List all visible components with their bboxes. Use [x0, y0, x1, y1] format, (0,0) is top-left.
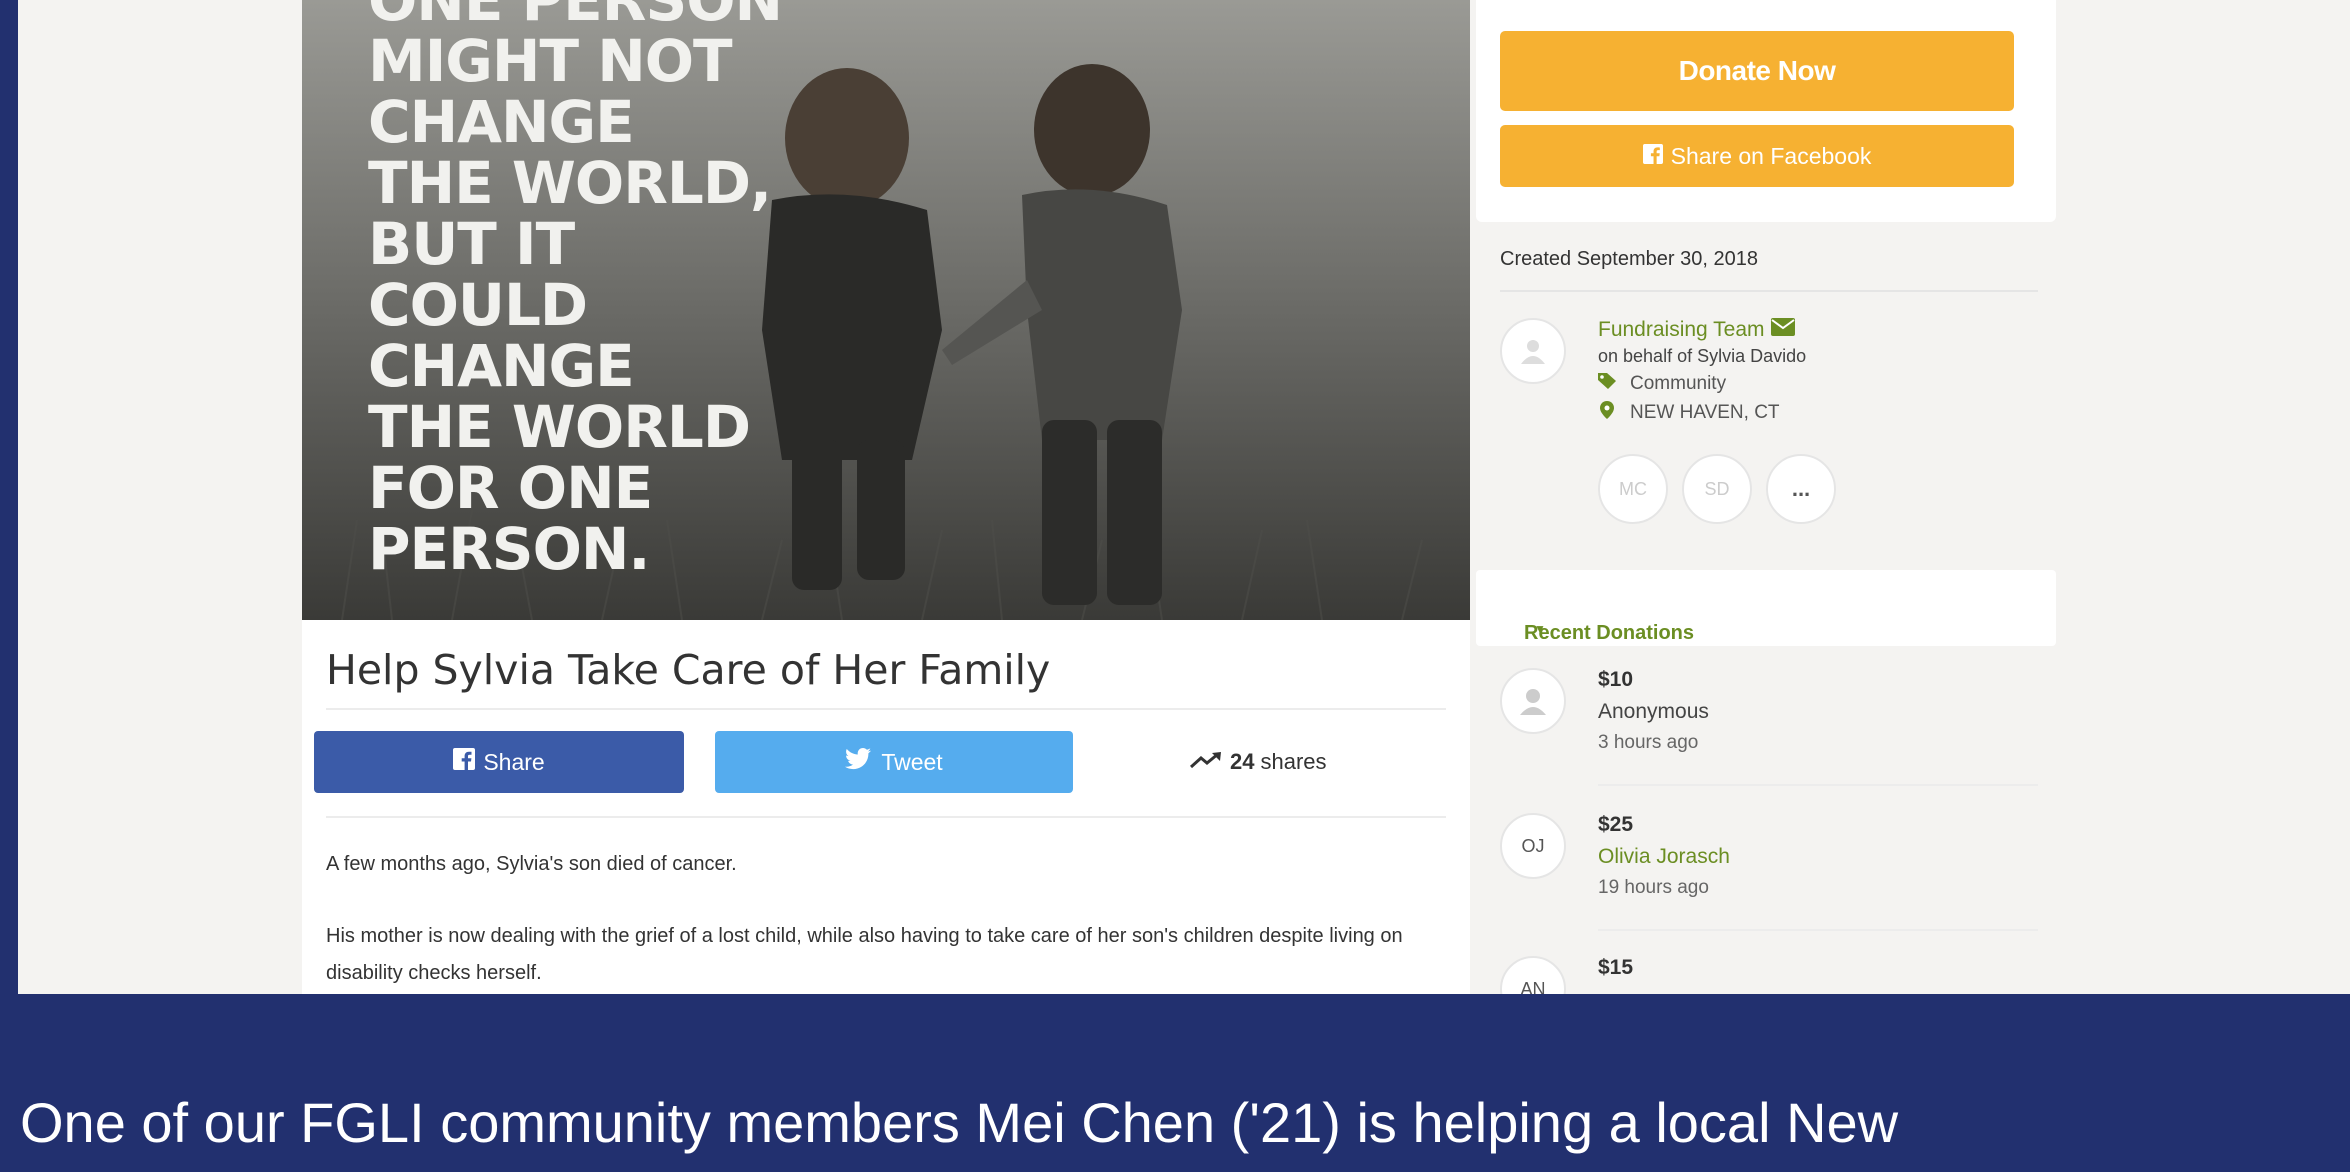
share-on-facebook-button[interactable]: Share on Facebook [1500, 125, 2014, 187]
story-paragraph: His mother is now dealing with the grief… [326, 925, 1403, 984]
donor-name: Anonymous [1598, 700, 1709, 723]
trending-icon [1189, 749, 1224, 775]
donation-amount: $10 [1598, 668, 1634, 691]
shares-number: 24 [1230, 749, 1255, 774]
quote-line: CHANGE [368, 88, 635, 156]
anonymous-user-icon [1520, 689, 1546, 715]
divider [1500, 290, 2038, 292]
divider [326, 708, 1446, 710]
twitter-icon [845, 748, 872, 776]
quote-line: MIGHT NOT [368, 27, 733, 95]
tweet-label: Tweet [881, 748, 943, 775]
team-icon [1521, 340, 1545, 364]
share-on-facebook-label: Share on Facebook [1670, 142, 1872, 169]
organizer-team[interactable]: Fundraising Team [1598, 318, 1806, 342]
caret-down-icon: ▼ [1534, 622, 1546, 636]
location-label: NEW HAVEN, CT [1630, 402, 1780, 423]
organizer-info: Fundraising Team on behalf of Sylvia Dav… [1598, 318, 1806, 425]
category-row: Community [1598, 373, 1806, 395]
quote-line: COULD [368, 271, 588, 339]
donor-name-link[interactable]: Olivia Jorasch [1598, 845, 1730, 869]
team-members: MC SD ... [1598, 454, 1836, 524]
facebook-icon [1642, 143, 1663, 170]
recent-donations-header[interactable]: Recent Donations ▼ [1476, 570, 2056, 646]
divider [1598, 784, 2038, 786]
quote-line: PERSON. [368, 515, 650, 583]
created-date: Created September 30, 2018 [1500, 248, 1758, 270]
share-count: 24 shares [1189, 742, 1327, 782]
donation-amount: $15 [1598, 956, 1634, 979]
tag-icon [1598, 373, 1616, 395]
team-member-avatar[interactable]: SD [1682, 454, 1752, 524]
share-label: Share [483, 748, 545, 775]
team-name: Fundraising Team [1598, 318, 1765, 341]
divider [1598, 929, 2038, 931]
more-members-button[interactable]: ... [1766, 454, 1836, 524]
donor-avatar [1500, 668, 1566, 734]
story-paragraph: A few months ago, Sylvia's son died of c… [326, 853, 737, 875]
donation-time: 19 hours ago [1598, 877, 1709, 898]
location-pin-icon [1598, 401, 1616, 425]
organizer-avatar [1500, 318, 1566, 384]
divider [326, 816, 1446, 818]
quote-line: THE WORLD [368, 393, 751, 461]
recent-donations-label: Recent Donations [1524, 622, 1695, 644]
shares-label: shares [1260, 749, 1327, 774]
slide-caption: One of our FGLI community members Mei Ch… [20, 1091, 1899, 1154]
category-label[interactable]: Community [1630, 373, 1726, 395]
donor-avatar: AN [1500, 956, 1566, 994]
facebook-icon [453, 748, 476, 776]
donation-time: 3 hours ago [1598, 732, 1699, 753]
donate-now-button[interactable]: Donate Now [1500, 31, 2014, 111]
quote-line: THE WORLD, [368, 149, 772, 217]
hero-quote: ONE PERSON MIGHT NOT CHANGE THE WORLD, B… [368, 0, 783, 583]
facebook-share-button[interactable]: Share [314, 731, 684, 793]
donor-avatar: OJ [1500, 813, 1566, 879]
quote-line: CHANGE [368, 332, 635, 400]
campaign-story: A few months ago, Sylvia's son died of c… [326, 846, 1446, 994]
campaign-card: Help Sylvia Take Care of Her Family Shar… [302, 620, 1470, 994]
campaign-hero-image: ONE PERSON MIGHT NOT CHANGE THE WORLD, B… [302, 0, 1470, 620]
donation-amount: $25 [1598, 813, 1634, 836]
location-row: NEW HAVEN, CT [1598, 401, 1806, 425]
campaign-title: Help Sylvia Take Care of Her Family [326, 646, 1051, 694]
envelope-icon[interactable] [1770, 318, 1795, 342]
beneficiary: on behalf of Sylvia Davido [1598, 346, 1807, 366]
quote-line: BUT IT [368, 210, 575, 278]
tweet-button[interactable]: Tweet [715, 731, 1073, 793]
donate-panel: Donate Now Share on Facebook [1476, 0, 2056, 222]
browser-screenshot: ONE PERSON MIGHT NOT CHANGE THE WORLD, B… [18, 0, 2350, 994]
team-member-avatar[interactable]: MC [1598, 454, 1668, 524]
quote-line: FOR ONE [368, 454, 653, 522]
